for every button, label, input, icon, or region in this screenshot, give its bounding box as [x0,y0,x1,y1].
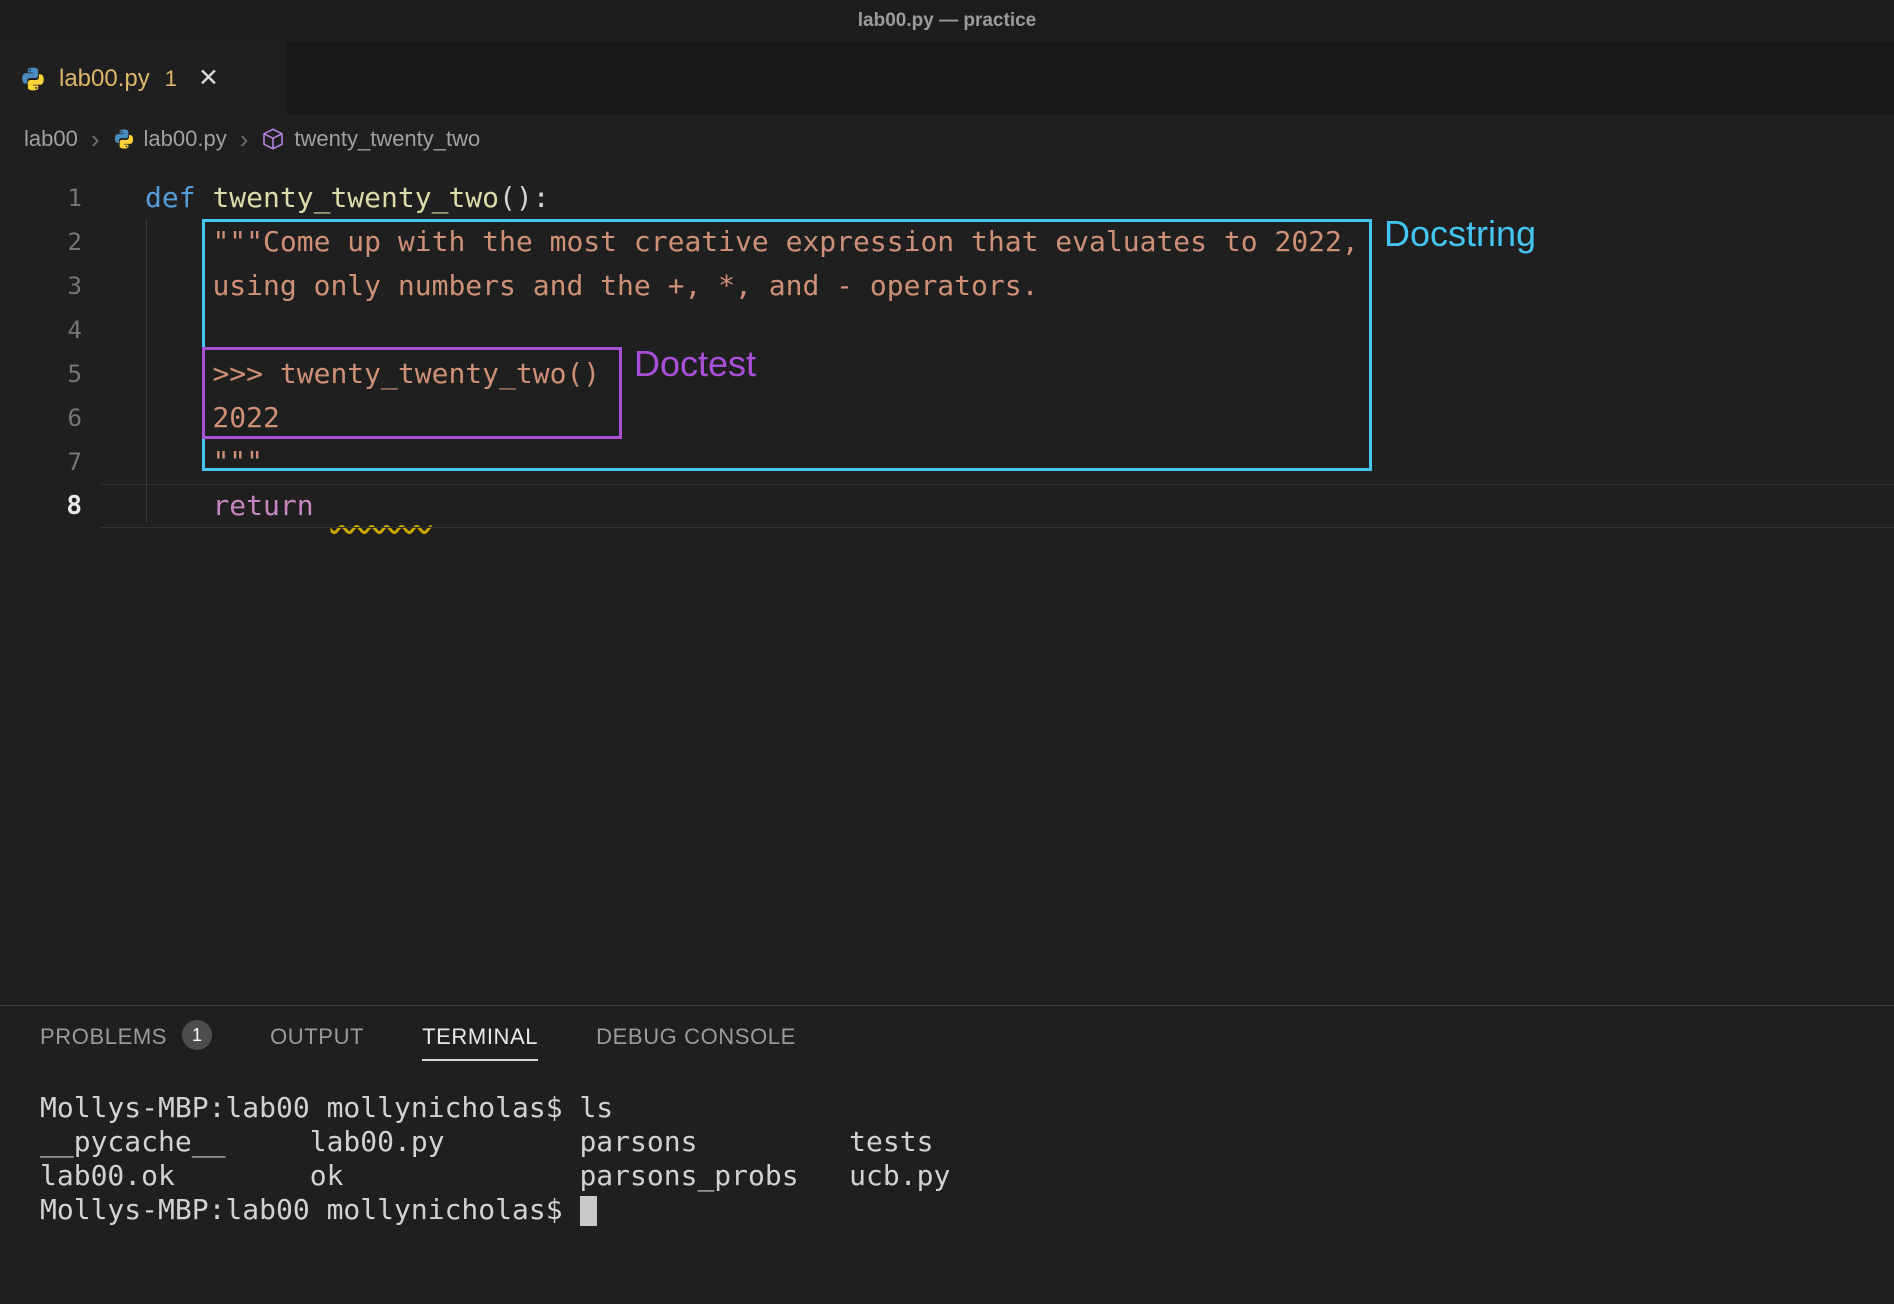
tab-label: lab00.py [59,65,150,93]
terminal[interactable]: Mollys-MBP:lab00 mollynicholas$ ls __pyc… [0,1064,1894,1227]
tab-modified-badge: 1 [165,66,177,92]
code-text: 2022 [82,396,280,440]
editor[interactable]: 1def twenty_twenty_two():2 """Come up wi… [0,163,1894,1005]
code-text: """ [82,440,263,484]
python-icon [113,128,135,150]
panel-tab-output-label: OUTPUT [270,1009,364,1061]
breadcrumb: lab00 › lab00.py › twenty_twenty_two [0,115,1894,163]
breadcrumb-symbol-label: twenty_twenty_two [294,126,480,152]
code-line[interactable]: 3 using only numbers and the +, *, and -… [0,264,1894,308]
code-line[interactable]: 5 >>> twenty_twenty_two() [0,352,1894,396]
code-text: >>> twenty_twenty_two() [82,352,600,396]
line-number: 5 [0,352,82,396]
terminal-line: lab00.ok ok parsons_probs ucb.py [40,1159,1894,1193]
code-text: def twenty_twenty_two(): [82,176,550,220]
code-line[interactable]: 6 2022 [0,396,1894,440]
terminal-line: Mollys-MBP:lab00 mollynicholas$ [40,1193,1894,1227]
line-number: 4 [0,308,82,352]
line-number: 6 [0,396,82,440]
tab-bar: lab00.py 1 ✕ [0,42,1894,115]
panel-tab-problems[interactable]: PROBLEMS 1 [40,1006,212,1064]
breadcrumb-file[interactable]: lab00.py [113,126,227,152]
code-line[interactable]: 7 """ [0,440,1894,484]
code-line[interactable]: 1def twenty_twenty_two(): [0,176,1894,220]
indent-guide [146,220,147,522]
window-title: lab00.py — practice [858,10,1036,32]
line-number: 2 [0,220,82,264]
code-line[interactable]: 4 [0,308,1894,352]
breadcrumb-symbol[interactable]: twenty_twenty_two [261,126,480,152]
line-number: 8 [0,484,82,528]
panel-tab-debug-console[interactable]: DEBUG CONSOLE [596,1006,796,1064]
panel-tab-terminal-label: TERMINAL [422,1009,538,1061]
breadcrumb-folder[interactable]: lab00 [24,126,78,152]
terminal-line: __pycache__ lab00.py parsons tests [40,1125,1894,1159]
chevron-right-icon: › [238,126,251,152]
tab-lab00py[interactable]: lab00.py 1 ✕ [0,42,287,115]
code-text: using only numbers and the +, *, and - o… [82,264,1038,308]
code-text: return [82,484,432,528]
bottom-panel: PROBLEMS 1 OUTPUT TERMINAL DEBUG CONSOLE… [0,1005,1894,1304]
docstring-label: Docstring [1384,213,1536,255]
panel-tab-debug-console-label: DEBUG CONSOLE [596,1009,796,1061]
breadcrumb-folder-label: lab00 [24,126,78,152]
code-lines: 1def twenty_twenty_two():2 """Come up wi… [0,176,1894,528]
doctest-label: Doctest [634,343,756,385]
panel-tab-bar: PROBLEMS 1 OUTPUT TERMINAL DEBUG CONSOLE [0,1006,1894,1064]
code-line[interactable]: 2 """Come up with the most creative expr… [0,220,1894,264]
code-text: """Come up with the most creative expres… [82,220,1359,264]
breadcrumb-file-label: lab00.py [144,126,227,152]
panel-tab-terminal[interactable]: TERMINAL [422,1006,538,1064]
code-line[interactable]: 8 return [0,484,1894,528]
symbol-cube-icon [261,127,285,151]
chevron-right-icon: › [89,126,102,152]
line-number: 1 [0,176,82,220]
terminal-line: Mollys-MBP:lab00 mollynicholas$ ls [40,1091,1894,1125]
panel-tab-output[interactable]: OUTPUT [270,1006,364,1064]
terminal-cursor [580,1196,597,1226]
code-text [82,308,145,352]
titlebar: lab00.py — practice [0,0,1894,42]
close-icon[interactable]: ✕ [198,66,219,91]
python-icon [20,66,46,92]
panel-tab-problems-label: PROBLEMS [40,1009,167,1061]
problems-count-badge: 1 [182,1020,212,1050]
line-number: 3 [0,264,82,308]
line-number: 7 [0,440,82,484]
